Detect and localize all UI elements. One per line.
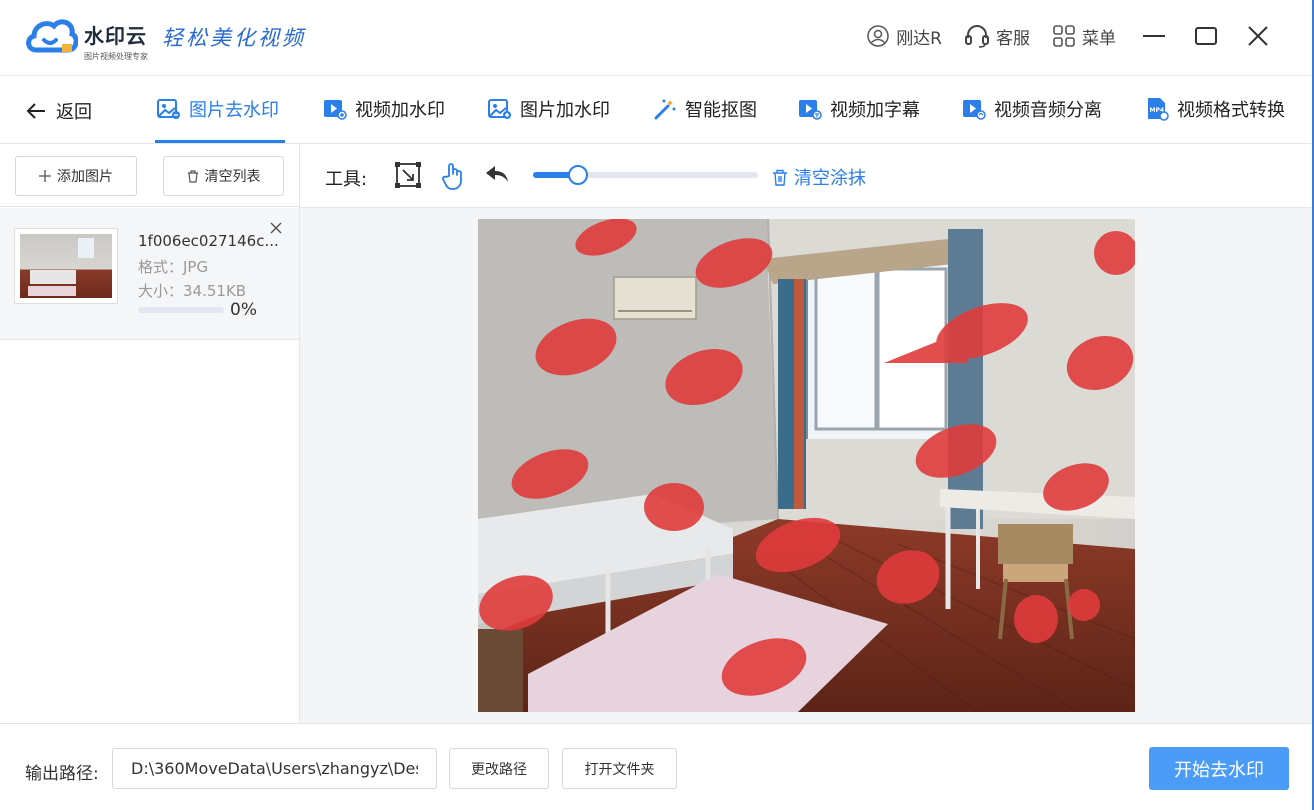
mp4-file-icon: MP4 bbox=[1148, 98, 1169, 121]
video-icon bbox=[799, 100, 822, 120]
tab-video-add-subtitle[interactable]: 视频加字幕 bbox=[798, 96, 920, 122]
tab-label: 视频音频分离 bbox=[994, 100, 1102, 121]
close-window-button[interactable] bbox=[1244, 22, 1272, 50]
tools-label: 工具: bbox=[325, 169, 368, 190]
user-icon bbox=[867, 25, 889, 47]
grid-menu-icon bbox=[1053, 25, 1075, 47]
back-button[interactable]: 返回 bbox=[26, 98, 92, 124]
feature-nav: 返回 图片去水印 视频加水印 图片加水印 智能抠图 视频加字幕 视频音频分离 M… bbox=[0, 76, 1312, 144]
undo-tool[interactable] bbox=[484, 162, 510, 190]
minimize-icon bbox=[1143, 35, 1165, 37]
brush-size-knob[interactable] bbox=[568, 165, 588, 185]
titlebar-actions: 刚达R 客服 菜单 bbox=[844, 22, 1272, 50]
cloud-logo-icon bbox=[26, 19, 78, 53]
title-bar: 水印云 图片视频处理专家 轻松美化视频 刚达R 客服 菜单 bbox=[0, 0, 1312, 76]
clear-list-button[interactable]: 清空列表 bbox=[163, 156, 284, 196]
tab-label: 视频格式转换 bbox=[1177, 100, 1285, 121]
menu-button[interactable]: 菜单 bbox=[1052, 24, 1116, 49]
brand-subtitle: 图片视频处理专家 bbox=[84, 52, 148, 61]
output-path-input[interactable] bbox=[112, 748, 437, 789]
tab-video-audio-separation[interactable]: 视频音频分离 bbox=[962, 96, 1102, 122]
file-format: 格式：JPG bbox=[138, 258, 209, 276]
change-path-button[interactable]: 更改路径 bbox=[449, 748, 549, 789]
video-icon bbox=[324, 100, 347, 120]
tab-image-watermark-removal[interactable]: 图片去水印 bbox=[157, 96, 279, 122]
select-region-tool[interactable] bbox=[395, 162, 421, 192]
tab-label: 图片去水印 bbox=[189, 100, 279, 121]
image-icon bbox=[488, 99, 511, 119]
file-progress-text: 0% bbox=[230, 300, 257, 320]
hand-tool[interactable] bbox=[441, 162, 465, 194]
video-icon bbox=[963, 100, 986, 120]
clear-list-label: 清空列表 bbox=[204, 169, 261, 185]
file-thumbnail bbox=[14, 228, 118, 304]
file-progress-bar bbox=[138, 307, 224, 313]
slogan: 轻松美化视频 bbox=[162, 26, 306, 50]
maximize-icon bbox=[1195, 27, 1217, 45]
active-tab-indicator bbox=[155, 140, 285, 143]
tab-label: 图片加水印 bbox=[520, 100, 610, 121]
user-name: 刚达R bbox=[896, 28, 942, 49]
tab-video-add-watermark[interactable]: 视频加水印 bbox=[323, 96, 445, 122]
file-list-item[interactable]: 1f006ec027146c... 格式：JPG 大小：34.51KB bbox=[0, 208, 299, 340]
arrow-left-icon bbox=[26, 103, 45, 119]
tab-label: 智能抠图 bbox=[685, 100, 757, 121]
trash-icon bbox=[187, 169, 198, 183]
file-list-toolbar: 添加图片 清空列表 bbox=[0, 145, 299, 207]
plus-icon bbox=[39, 170, 51, 182]
edited-photo[interactable] bbox=[478, 219, 1135, 712]
tab-label: 视频加字幕 bbox=[830, 100, 920, 121]
app-window: 水印云 图片视频处理专家 轻松美化视频 刚达R 客服 菜单 返回 图片去水印 视… bbox=[0, 0, 1314, 810]
add-image-button[interactable]: 添加图片 bbox=[15, 156, 137, 196]
file-list-panel: 添加图片 清空列表 1f006ec027146c... 格式：JPG 大小：34… bbox=[0, 145, 300, 723]
edit-toolbar: 工具: 清空涂抹 bbox=[300, 145, 1312, 208]
headset-icon bbox=[965, 25, 989, 48]
file-name: 1f006ec027146c... bbox=[138, 232, 279, 250]
tab-image-add-watermark[interactable]: 图片加水印 bbox=[488, 96, 610, 122]
service-label: 客服 bbox=[996, 28, 1030, 49]
select-region-icon bbox=[395, 162, 421, 188]
customer-service-button[interactable]: 客服 bbox=[964, 24, 1030, 49]
clear-brush-label: 清空涂抹 bbox=[794, 168, 866, 189]
user-account-button[interactable]: 刚达R bbox=[866, 24, 942, 49]
brand: 水印云 图片视频处理专家 bbox=[84, 20, 148, 62]
open-folder-label: 打开文件夹 bbox=[584, 761, 655, 778]
image-icon bbox=[157, 99, 180, 119]
close-icon bbox=[1248, 26, 1268, 46]
undo-icon bbox=[486, 166, 508, 182]
output-path-label: 输出路径: bbox=[25, 764, 99, 784]
tab-video-format-conversion[interactable]: MP4 视频格式转换 bbox=[1145, 96, 1285, 122]
magic-wand-icon bbox=[654, 99, 676, 120]
tab-smart-cutout[interactable]: 智能抠图 bbox=[653, 96, 757, 122]
start-remove-watermark-button[interactable]: 开始去水印 bbox=[1149, 747, 1289, 790]
clear-brush-button[interactable]: 清空涂抹 bbox=[772, 164, 866, 190]
add-image-label: 添加图片 bbox=[57, 169, 113, 185]
image-canvas-area bbox=[300, 208, 1312, 723]
trash-icon bbox=[773, 169, 787, 186]
maximize-button[interactable] bbox=[1192, 22, 1220, 50]
back-label: 返回 bbox=[56, 102, 92, 123]
hand-pointer-icon bbox=[442, 163, 462, 190]
output-bar: 输出路径: 更改路径 打开文件夹 开始去水印 bbox=[0, 723, 1312, 810]
brand-name: 水印云 bbox=[84, 24, 147, 48]
brush-size-slider[interactable] bbox=[533, 165, 758, 185]
change-path-label: 更改路径 bbox=[471, 761, 527, 778]
menu-label: 菜单 bbox=[1082, 28, 1116, 49]
minimize-button[interactable] bbox=[1140, 22, 1168, 50]
open-folder-button[interactable]: 打开文件夹 bbox=[562, 748, 677, 789]
file-size: 大小：34.51KB bbox=[138, 282, 247, 300]
tab-label: 视频加水印 bbox=[355, 100, 445, 121]
